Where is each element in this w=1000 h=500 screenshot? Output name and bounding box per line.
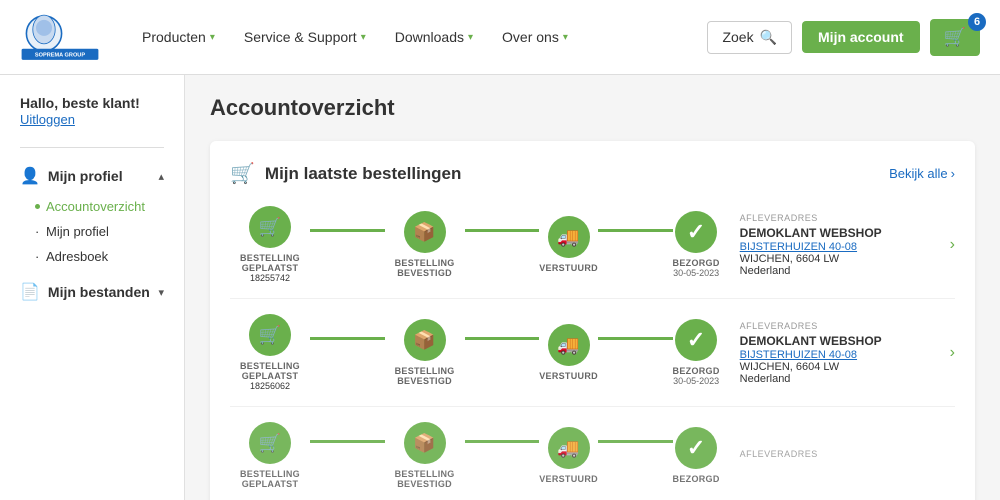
cart-button[interactable]: 🛒 6 bbox=[930, 19, 980, 56]
step-circle: 📦 bbox=[404, 211, 446, 253]
cart-badge: 6 bbox=[968, 13, 986, 31]
step-circle: 🛒 bbox=[249, 314, 291, 356]
step-connector bbox=[598, 337, 673, 340]
step-circle: 🚚 bbox=[548, 324, 590, 366]
step-bestelling-bevestigd: 📦 BESTELLING BEVESTIGD bbox=[385, 211, 465, 278]
step-circle: 🚚 bbox=[548, 216, 590, 258]
order-steps: 🛒 BESTELLING GEPLAATST 18256062 📦 BESTEL… bbox=[230, 314, 720, 391]
step-connector bbox=[310, 229, 385, 232]
svg-text:SOPREMA GROUP: SOPREMA GROUP bbox=[35, 52, 85, 58]
chevron-down-icon: ▾ bbox=[563, 32, 568, 43]
sidebar-item-adresboek[interactable]: · Adresboek bbox=[35, 244, 184, 269]
site-header: SOPREMA GROUP Producten ▾ Service & Supp… bbox=[0, 0, 1000, 75]
orders-card: 🛒 Mijn laatste bestellingen Bekijk alle … bbox=[210, 141, 975, 500]
page-title: Accountoverzicht bbox=[210, 95, 975, 121]
address-street-link[interactable]: BIJSTERHUIZEN 40-08 bbox=[740, 241, 940, 253]
step-connector bbox=[598, 229, 673, 232]
nav-service-support[interactable]: Service & Support ▾ bbox=[232, 21, 378, 53]
logout-link[interactable]: Uitloggen bbox=[20, 112, 75, 127]
step-circle: 📦 bbox=[404, 319, 446, 361]
step-bestelling-bevestigd: 📦 BESTELLING BEVESTIGD bbox=[385, 319, 465, 386]
greeting-text: Hallo, beste klant! bbox=[20, 95, 164, 111]
step-connector bbox=[310, 440, 385, 443]
step-verstuurd: 🚚 VERSTUURD bbox=[539, 427, 598, 484]
cart-icon: 🛒 bbox=[944, 27, 966, 48]
logo[interactable]: SOPREMA GROUP bbox=[20, 10, 100, 65]
chevron-right-icon: › bbox=[951, 166, 955, 181]
main-layout: Hallo, beste klant! Uitloggen 👤 Mijn pro… bbox=[0, 75, 1000, 500]
step-bestelling-geplaatst: 🛒 BESTELLING GEPLAATST bbox=[230, 422, 310, 489]
orders-cart-icon: 🛒 bbox=[230, 161, 255, 186]
step-bezorgd: ✓ BEZORGD 30-05-2023 bbox=[673, 319, 720, 386]
nav-producten[interactable]: Producten ▾ bbox=[130, 21, 227, 53]
step-bestelling-bevestigd: 📦 BESTELLING BEVESTIGD bbox=[385, 422, 465, 489]
step-connector bbox=[310, 337, 385, 340]
order-address: AFLEVERADRES DEMOKLANT WEBSHOP BIJSTERHU… bbox=[720, 213, 940, 277]
order-detail-arrow[interactable]: › bbox=[950, 344, 955, 362]
chevron-down-icon: ▾ bbox=[158, 286, 164, 299]
step-verstuurd: 🚚 VERSTUURD bbox=[539, 216, 598, 273]
step-circle: 📦 bbox=[404, 422, 446, 464]
order-row: 🛒 BESTELLING GEPLAATST 18256062 📦 BESTEL… bbox=[230, 314, 955, 407]
orders-title-area: 🛒 Mijn laatste bestellingen bbox=[230, 161, 461, 186]
step-connector bbox=[465, 229, 540, 232]
step-bezorgd: ✓ BEZORGD 30-05-2023 bbox=[673, 211, 720, 278]
order-steps: 🛒 BESTELLING GEPLAATST 18255742 📦 BESTEL… bbox=[230, 206, 720, 283]
step-connector bbox=[598, 440, 673, 443]
account-button[interactable]: Mijn account bbox=[802, 21, 920, 53]
search-icon: 🔍 bbox=[760, 29, 777, 46]
step-circle: ✓ bbox=[675, 319, 717, 361]
orders-header: 🛒 Mijn laatste bestellingen Bekijk alle … bbox=[230, 161, 955, 186]
chevron-up-icon: ▴ bbox=[158, 170, 164, 183]
chevron-down-icon: ▾ bbox=[210, 32, 215, 43]
chevron-down-icon: ▾ bbox=[468, 32, 473, 43]
sidebar-section-bestanden: 📄 Mijn bestanden ▾ bbox=[0, 274, 184, 310]
active-dot bbox=[35, 204, 40, 209]
main-content: Accountoverzicht 🛒 Mijn laatste bestelli… bbox=[185, 75, 1000, 500]
step-circle: 🛒 bbox=[249, 206, 291, 248]
sidebar: Hallo, beste klant! Uitloggen 👤 Mijn pro… bbox=[0, 75, 185, 500]
sidebar-item-accountoverzicht[interactable]: Accountoverzicht bbox=[35, 194, 184, 219]
sidebar-item-mijn-profiel[interactable]: · Mijn profiel bbox=[35, 219, 184, 244]
step-bestelling-geplaatst: 🛒 BESTELLING GEPLAATST 18256062 bbox=[230, 314, 310, 391]
address-street-link[interactable]: BIJSTERHUIZEN 40-08 bbox=[740, 349, 940, 361]
step-bezorgd: ✓ BEZORGD bbox=[673, 427, 720, 484]
sidebar-profiel-header[interactable]: 👤 Mijn profiel ▴ bbox=[0, 158, 184, 194]
sidebar-divider bbox=[20, 147, 164, 148]
step-circle: ✓ bbox=[675, 427, 717, 469]
profiel-sub-items: Accountoverzicht · Mijn profiel · Adresb… bbox=[0, 194, 184, 269]
order-address: AFLEVERADRES bbox=[720, 449, 940, 462]
bekijk-alle-link[interactable]: Bekijk alle › bbox=[889, 166, 955, 181]
header-actions: Zoek 🔍 Mijn account 🛒 6 bbox=[707, 19, 980, 56]
orders-title: Mijn laatste bestellingen bbox=[265, 164, 462, 184]
nav-downloads[interactable]: Downloads ▾ bbox=[383, 21, 485, 53]
sidebar-bestanden-header[interactable]: 📄 Mijn bestanden ▾ bbox=[0, 274, 184, 310]
step-verstuurd: 🚚 VERSTUURD bbox=[539, 324, 598, 381]
cart-container: 🛒 6 bbox=[930, 19, 980, 56]
step-bestelling-geplaatst: 🛒 BESTELLING GEPLAATST 18255742 bbox=[230, 206, 310, 283]
order-row: 🛒 BESTELLING GEPLAATST 📦 BESTELLING BEVE… bbox=[230, 422, 955, 489]
step-circle: 🚚 bbox=[548, 427, 590, 469]
person-icon: 👤 bbox=[20, 166, 40, 186]
order-row: 🛒 BESTELLING GEPLAATST 18255742 📦 BESTEL… bbox=[230, 206, 955, 299]
step-circle: 🛒 bbox=[249, 422, 291, 464]
search-button[interactable]: Zoek 🔍 bbox=[707, 21, 792, 54]
nav-over-ons[interactable]: Over ons ▾ bbox=[490, 21, 580, 53]
sidebar-greeting-area: Hallo, beste klant! Uitloggen bbox=[0, 95, 184, 137]
step-circle: ✓ bbox=[675, 211, 717, 253]
sidebar-section-profiel: 👤 Mijn profiel ▴ Accountoverzicht · Mijn… bbox=[0, 158, 184, 269]
order-detail-arrow[interactable]: › bbox=[950, 236, 955, 254]
order-steps: 🛒 BESTELLING GEPLAATST 📦 BESTELLING BEVE… bbox=[230, 422, 720, 489]
file-icon: 📄 bbox=[20, 282, 40, 302]
step-connector bbox=[465, 440, 540, 443]
order-address: AFLEVERADRES DEMOKLANT WEBSHOP BIJSTERHU… bbox=[720, 321, 940, 385]
chevron-down-icon: ▾ bbox=[361, 32, 366, 43]
step-connector bbox=[465, 337, 540, 340]
main-nav: Producten ▾ Service & Support ▾ Download… bbox=[130, 21, 707, 53]
